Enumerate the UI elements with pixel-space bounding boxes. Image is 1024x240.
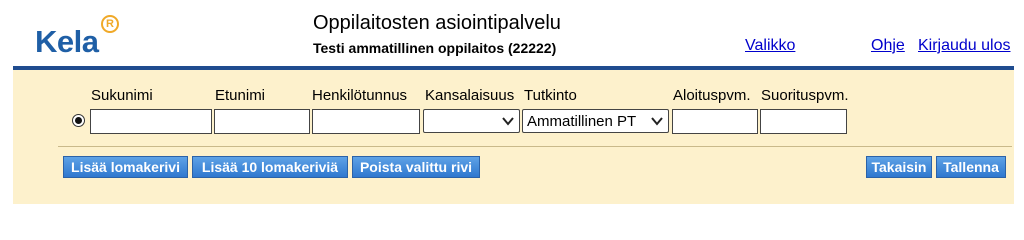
logo-badge-icon: R [101,15,119,33]
kela-logo: Kela R [35,14,145,64]
column-header-nationality: Kansalaisuus [425,87,515,104]
column-header-personal-id: Henkilötunnus [312,87,408,104]
nationality-select[interactable] [423,109,520,133]
delete-selected-row-button[interactable]: Poista valittu rivi [352,156,480,178]
chevron-down-icon [651,117,663,126]
column-header-surname: Sukunimi [91,87,153,104]
app-title: Oppilaitosten asiointipalvelu [313,12,561,34]
surname-input[interactable] [90,109,212,134]
save-button[interactable]: Tallenna [936,156,1006,178]
organization-name: Testi ammatillinen oppilaitos (22222) [313,40,557,56]
personal-id-input[interactable] [312,109,420,134]
logo-text: Kela [35,24,99,59]
column-header-degree: Tutkinto [524,87,577,104]
degree-select[interactable]: Ammatillinen PT [522,109,669,133]
column-header-firstname: Etunimi [215,87,266,104]
add-10-rows-button[interactable]: Lisää 10 lomakeriviä [192,156,348,178]
completion-date-input[interactable] [760,109,847,134]
column-header-completion-date: Suorituspvm. [761,87,849,104]
back-button[interactable]: Takaisin [866,156,932,178]
help-link[interactable]: Ohje [871,37,905,55]
row-select-radio[interactable] [72,114,85,127]
logout-link[interactable]: Kirjaudu ulos [918,37,1011,55]
add-row-button[interactable]: Lisää lomakerivi [63,156,188,178]
column-header-start-date: Aloituspvm. [673,87,751,104]
chevron-down-icon [502,117,514,126]
menu-link[interactable]: Valikko [745,37,795,55]
form-separator [58,146,1012,147]
degree-select-value: Ammatillinen PT [527,112,637,130]
firstname-input[interactable] [214,109,310,134]
start-date-input[interactable] [672,109,758,134]
